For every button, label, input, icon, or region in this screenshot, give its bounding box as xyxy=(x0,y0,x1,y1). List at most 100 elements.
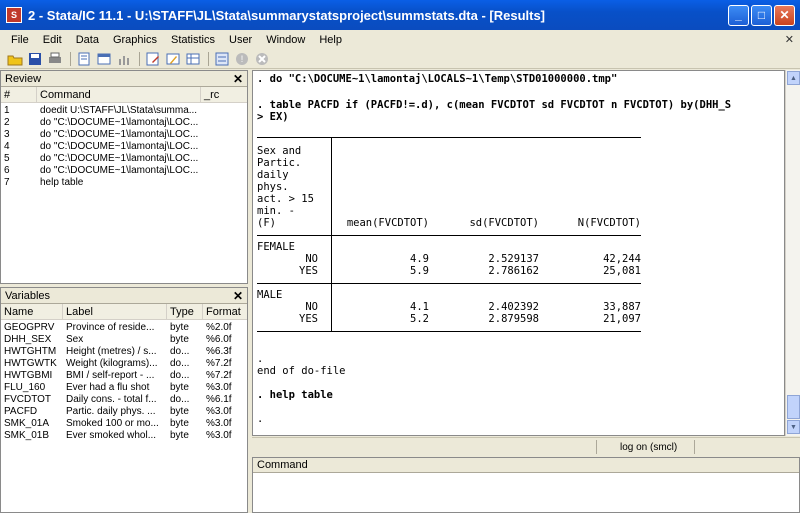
review-row-command: help table xyxy=(40,177,84,188)
menu-user[interactable]: User xyxy=(222,34,259,46)
menu-window[interactable]: Window xyxy=(259,34,312,46)
variable-name: HWTGHTM xyxy=(4,346,57,357)
scroll-down-icon[interactable]: ▼ xyxy=(787,420,800,434)
stata-app-icon[interactable]: S xyxy=(6,7,22,23)
table-row-label: YES xyxy=(299,265,318,277)
variable-row[interactable]: SMK_01A Smoked 100 or mo... byte %3.0f xyxy=(1,418,247,430)
menu-statistics[interactable]: Statistics xyxy=(164,34,222,46)
variable-label: Ever had a flu shot xyxy=(66,382,150,393)
review-close-icon[interactable]: ✕ xyxy=(233,72,243,86)
table-top-rule xyxy=(257,137,641,138)
variable-row[interactable]: GEOGPRV Province of reside... byte %2.0f xyxy=(1,322,247,334)
variable-label: Daily cons. - total f... xyxy=(66,394,157,405)
graph-icon[interactable] xyxy=(115,51,133,67)
variable-row[interactable]: PACFD Partic. daily phys. ... byte %3.0f xyxy=(1,406,247,418)
col-command[interactable]: Command xyxy=(37,87,201,102)
variable-row[interactable]: FVCDTOT Daily cons. - total f... do... %6.1… xyxy=(1,394,247,406)
review-row-command: do "C:\DOCUME~1\lamontaj\LOC... xyxy=(40,153,199,164)
menu-graphics[interactable]: Graphics xyxy=(106,34,164,46)
variable-row[interactable]: FLU_160 Ever had a flu shot byte %3.0f xyxy=(1,382,247,394)
variable-name: SMK_01A xyxy=(4,418,50,429)
svg-text:!: ! xyxy=(241,54,244,64)
menu-data[interactable]: Data xyxy=(69,34,106,46)
variable-format: %3.0f xyxy=(206,406,232,417)
command-title: Command xyxy=(257,459,308,471)
scroll-up-icon[interactable]: ▲ xyxy=(787,71,800,85)
menu-edit[interactable]: Edit xyxy=(36,34,69,46)
review-row-number: 6 xyxy=(4,165,10,176)
data-editor-icon[interactable] xyxy=(164,51,182,67)
review-row[interactable]: 3 do "C:\DOCUME~1\lamontaj\LOC... xyxy=(1,129,247,141)
table-col-mean: mean(FVCDTOT) xyxy=(346,217,429,229)
review-row[interactable]: 1 doedit U:\STAFF\JL\Stata\summa... xyxy=(1,105,247,117)
mdi-close-icon[interactable]: ✕ xyxy=(785,33,794,46)
variable-row[interactable]: SMK_01B Ever smoked whol... byte %3.0f xyxy=(1,430,247,442)
review-row[interactable]: 5 do "C:\DOCUME~1\lamontaj\LOC... xyxy=(1,153,247,165)
variables-close-icon[interactable]: ✕ xyxy=(233,289,243,303)
col-name[interactable]: Name xyxy=(1,304,63,319)
table-cell-n: 21,097 xyxy=(603,313,641,325)
col-format[interactable]: Format xyxy=(203,304,247,319)
print-icon[interactable] xyxy=(46,51,64,67)
command-input[interactable] xyxy=(253,473,799,512)
menu-file[interactable]: File xyxy=(4,34,36,46)
variable-name: HWTGWTK xyxy=(4,358,57,369)
toolbar-separator xyxy=(70,51,71,66)
open-icon[interactable] xyxy=(6,51,24,67)
results-help-command: . help table xyxy=(257,389,333,401)
review-column-headers: # Command _rc xyxy=(1,87,247,103)
variable-format: %3.0f xyxy=(206,418,232,429)
results-scrollbar[interactable]: ▲ ▼ xyxy=(785,70,800,436)
command-header: Command xyxy=(253,458,799,473)
variable-format: %7.2f xyxy=(206,370,232,381)
variable-type: byte xyxy=(170,430,189,441)
table-cell-mean: 5.9 xyxy=(410,265,429,277)
variables-title: Variables xyxy=(5,289,51,302)
variable-name: PACFD xyxy=(4,406,38,417)
variable-row[interactable]: HWTGHTM Height (metres) / s... do... %6.3f xyxy=(1,346,247,358)
review-row[interactable]: 6 do "C:\DOCUME~1\lamontaj\LOC... xyxy=(1,165,247,177)
variable-type: do... xyxy=(170,370,190,381)
review-row-number: 3 xyxy=(4,129,10,140)
minimize-button[interactable]: _ xyxy=(728,4,749,26)
table-col-n: N(FVCDTOT) xyxy=(577,217,641,229)
review-row[interactable]: 2 do "C:\DOCUME~1\lamontaj\LOC... xyxy=(1,117,247,129)
variable-label: Ever smoked whol... xyxy=(66,430,157,441)
break-icon[interactable] xyxy=(253,51,271,67)
variable-type: do... xyxy=(170,394,190,405)
maximize-button[interactable]: □ xyxy=(751,4,772,26)
save-icon[interactable] xyxy=(26,51,44,67)
table-group-label: MALE xyxy=(257,289,283,301)
title-bar: S 2 - Stata/IC 11.1 - U:\STAFF\JL\Stata\… xyxy=(0,0,800,30)
col-label[interactable]: Label xyxy=(63,304,167,319)
more-icon[interactable]: ! xyxy=(233,51,251,67)
viewer-icon[interactable] xyxy=(95,51,113,67)
do-file-editor-icon[interactable] xyxy=(144,51,162,67)
variables-column-headers: Name Label Type Format xyxy=(1,304,247,320)
variables-manager-icon[interactable] xyxy=(213,51,231,67)
variable-type: byte xyxy=(170,322,189,333)
review-row[interactable]: 4 do "C:\DOCUME~1\lamontaj\LOC... xyxy=(1,141,247,153)
table-stub-header: min. - xyxy=(257,205,295,217)
close-button[interactable]: ✕ xyxy=(774,4,795,26)
log-status: log on (smcl) xyxy=(620,442,678,453)
table-bottom-rule xyxy=(257,331,641,332)
data-browser-icon[interactable] xyxy=(184,51,202,67)
variable-row[interactable]: DHH_SEX Sex byte %6.0f xyxy=(1,334,247,346)
table-stub-header: (F) xyxy=(257,217,276,229)
log-icon[interactable] xyxy=(75,51,93,67)
variable-type: byte xyxy=(170,334,189,345)
variable-row[interactable]: HWTGWTK Weight (kilograms)... do... %7.2f xyxy=(1,358,247,370)
review-row[interactable]: 7 help table xyxy=(1,177,247,189)
results-window[interactable]: . do "C:\DOCUME~1\lamontaj\LOCALS~1\Temp… xyxy=(252,70,785,436)
variable-row[interactable]: HWTGBMI BMI / self-report - ... do... %7.2f xyxy=(1,370,247,382)
menu-help[interactable]: Help xyxy=(312,34,349,46)
variable-format: %3.0f xyxy=(206,430,232,441)
scroll-thumb[interactable] xyxy=(787,395,800,419)
variables-panel: Variables ✕ Name Label Type Format GEOGP… xyxy=(0,287,248,513)
toolbar: ! xyxy=(0,49,800,69)
col-rc[interactable]: _rc xyxy=(201,87,247,102)
col-number[interactable]: # xyxy=(1,87,37,102)
col-type[interactable]: Type xyxy=(167,304,203,319)
review-row-command: doedit U:\STAFF\JL\Stata\summa... xyxy=(40,105,198,116)
